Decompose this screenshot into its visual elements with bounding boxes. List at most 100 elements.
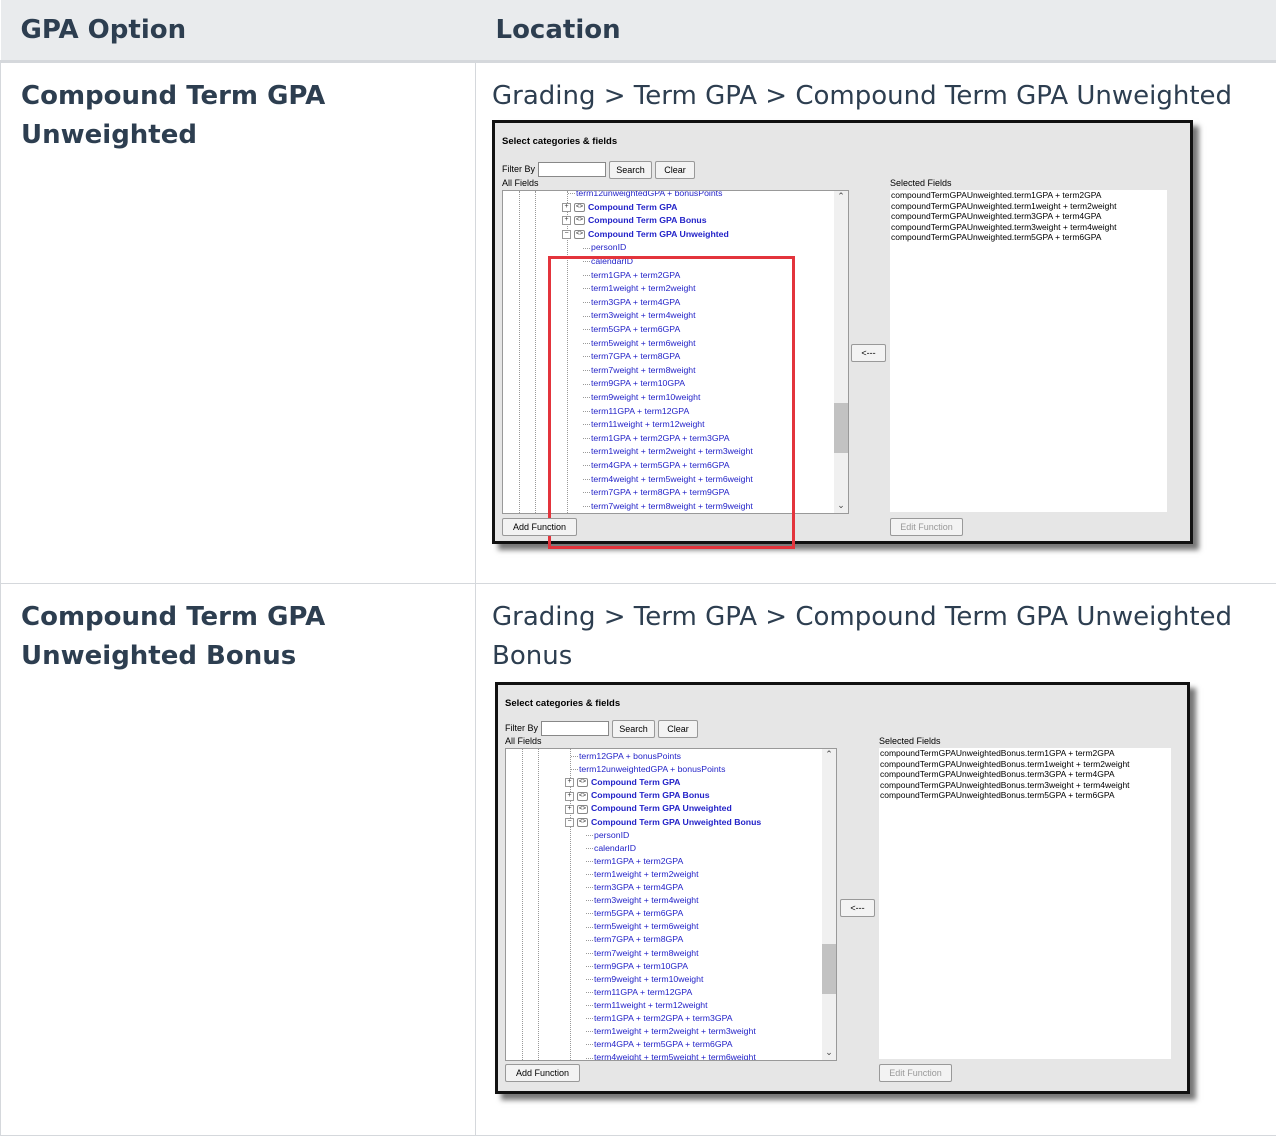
tree-item-label: term1weight + term2weight (594, 869, 699, 879)
collapse-icon[interactable]: − (562, 230, 571, 239)
add-function-button[interactable]: Add Function (505, 1064, 580, 1082)
expand-icon[interactable]: + (565, 792, 574, 801)
tree-scrollbar[interactable]: ⌃⌄ (822, 749, 836, 1060)
selected-field-item[interactable]: compoundTermGPAUnweighted.term3weight + … (890, 222, 1167, 233)
selected-field-item[interactable]: compoundTermGPAUnweighted.term3GPA + ter… (890, 211, 1167, 222)
tree-connector (586, 966, 593, 967)
scroll-down-icon[interactable]: ⌄ (834, 500, 848, 511)
expand-icon[interactable]: + (565, 805, 574, 814)
tree-field[interactable]: term1GPA + term2GPA + term3GPA (586, 1013, 733, 1023)
tree-field[interactable]: term9weight + term10weight (586, 974, 703, 984)
tree-item-label: term11weight + term12weight (594, 1000, 708, 1010)
tree-connector (586, 953, 593, 954)
tree-field[interactable]: term5weight + term6weight (586, 921, 699, 931)
tree-group[interactable]: +<>Compound Term GPA Bonus (565, 790, 710, 800)
tree-field[interactable]: term11GPA + term12GPA (586, 987, 692, 997)
category-icon: <> (577, 778, 588, 787)
tree-guide-line (535, 191, 536, 513)
tree-field[interactable]: term7GPA + term8GPA (586, 934, 683, 944)
tree-field[interactable]: term1weight + term2weight (586, 869, 699, 879)
all-fields-tree[interactable]: term12GPA + bonusPoints term12unweightedG… (505, 748, 837, 1061)
tree-connector (586, 992, 593, 993)
tree-group[interactable]: −<>Compound Term GPA Unweighted (562, 229, 729, 239)
tree-connector (586, 835, 593, 836)
selected-field-item[interactable]: compoundTermGPAUnweightedBonus.term3GPA … (879, 769, 1171, 780)
selected-fields-list[interactable]: compoundTermGPAUnweightedBonus.term1GPA … (879, 748, 1171, 1059)
tree-field[interactable]: calendarID (586, 843, 636, 853)
scroll-thumb[interactable] (822, 944, 836, 994)
search-button[interactable]: Search (609, 161, 652, 179)
selected-fields-list[interactable]: compoundTermGPAUnweighted.term1GPA + ter… (890, 190, 1167, 512)
tree-guide-line (519, 191, 520, 513)
tree-field[interactable]: term12unweightedGPA + bonusPoints (571, 764, 725, 774)
gpa-options-table: GPA Option Location Compound Term GPA Un… (0, 0, 1276, 1136)
tree-item-label: term11GPA + term12GPA (594, 987, 692, 997)
location-path: Grading > Term GPA > Compound Term GPA U… (476, 584, 1276, 676)
tree-connector (586, 861, 593, 862)
tree-item-label: term1GPA + term2GPA + term3GPA (594, 1013, 733, 1023)
scroll-down-icon[interactable]: ⌄ (822, 1047, 836, 1058)
tree-item-label: personID (591, 242, 626, 252)
selected-field-item[interactable]: compoundTermGPAUnweightedBonus.term5GPA … (879, 790, 1171, 801)
filter-input[interactable] (538, 162, 606, 177)
selected-field-item[interactable]: compoundTermGPAUnweighted.term5GPA + ter… (890, 232, 1167, 243)
tree-group[interactable]: +<>Compound Term GPA Unweighted (565, 803, 732, 813)
tree-item-label: term12GPA + bonusPoints (579, 751, 681, 761)
tree-field[interactable]: term4GPA + term5GPA + term6GPA (586, 1039, 733, 1049)
selected-field-item[interactable]: compoundTermGPAUnweightedBonus.term1GPA … (879, 748, 1171, 759)
expand-icon[interactable]: + (562, 203, 571, 212)
collapse-icon[interactable]: − (565, 818, 574, 827)
tree-field[interactable]: term1GPA + term2GPA (586, 856, 683, 866)
selected-field-item[interactable]: compoundTermGPAUnweighted.term1weight + … (890, 201, 1167, 212)
tree-connector (571, 756, 578, 757)
clear-button[interactable]: Clear (658, 720, 698, 738)
search-button[interactable]: Search (612, 720, 655, 738)
tree-item-label: personID (594, 830, 629, 840)
clear-button[interactable]: Clear (655, 161, 695, 179)
tree-item-label: term4GPA + term5GPA + term6GPA (594, 1039, 733, 1049)
add-function-button[interactable]: Add Function (502, 518, 577, 536)
tree-field[interactable]: term4weight + term5weight + term6weight (586, 1052, 756, 1061)
category-icon: <> (577, 805, 588, 814)
tree-group[interactable]: +<>Compound Term GPA Bonus (562, 215, 707, 225)
selected-field-item[interactable]: compoundTermGPAUnweightedBonus.term1weig… (879, 759, 1171, 770)
tree-field[interactable]: term5GPA + term6GPA (586, 908, 683, 918)
tree-item-label: term4weight + term5weight + term6weight (594, 1052, 756, 1061)
expand-icon[interactable]: + (562, 216, 571, 225)
move-left-button[interactable]: <--- (851, 344, 886, 362)
tree-field[interactable]: personID (583, 242, 626, 252)
tree-connector (586, 1018, 593, 1019)
tree-connector (586, 1058, 593, 1059)
tree-item-label: term5GPA + term6GPA (594, 908, 683, 918)
selected-field-item[interactable]: compoundTermGPAUnweighted.term1GPA + ter… (890, 190, 1167, 201)
expand-icon[interactable]: + (565, 778, 574, 787)
move-left-button[interactable]: <--- (840, 899, 875, 917)
tree-scrollbar[interactable]: ⌃⌄ (834, 191, 848, 513)
header-gpa-option: GPA Option (1, 0, 476, 62)
tree-field[interactable]: term3weight + term4weight (586, 895, 699, 905)
tree-field[interactable]: term3GPA + term4GPA (586, 882, 683, 892)
location-cell: Grading > Term GPA > Compound Term GPA U… (476, 62, 1276, 584)
category-icon: <> (577, 792, 588, 801)
tree-group[interactable]: +<>Compound Term GPA (565, 777, 680, 787)
tree-field[interactable]: term11weight + term12weight (586, 1000, 708, 1010)
filter-input[interactable] (541, 721, 609, 736)
tree-field[interactable]: term12unweightedGPA + bonusPoints (568, 190, 722, 198)
gpa-option-name: Compound Term GPA Unweighted Bonus (1, 584, 475, 676)
tree-field[interactable]: term1weight + term2weight + term3weight (586, 1026, 756, 1036)
tree-field[interactable]: personID (586, 830, 629, 840)
tree-group[interactable]: +<>Compound Term GPA (562, 202, 677, 212)
tree-field[interactable]: term9GPA + term10GPA (586, 961, 688, 971)
table-row: Compound Term GPA Unweighted Bonus Gradi… (1, 584, 1276, 1136)
scroll-up-icon[interactable]: ⌃ (822, 749, 836, 760)
scroll-thumb[interactable] (834, 403, 848, 453)
selected-field-item[interactable]: compoundTermGPAUnweightedBonus.term3weig… (879, 780, 1171, 791)
tree-item-label: Compound Term GPA Unweighted (588, 229, 729, 239)
tree-field[interactable]: term12GPA + bonusPoints (571, 751, 681, 761)
tree-connector (586, 1044, 593, 1045)
field-selector-screenshot: Select categories & fieldsFilter BySearc… (492, 120, 1193, 544)
tree-field[interactable]: term7weight + term8weight (586, 948, 699, 958)
tree-group[interactable]: −<>Compound Term GPA Unweighted Bonus (565, 817, 761, 827)
tree-item-label: Compound Term GPA Unweighted Bonus (591, 817, 761, 827)
scroll-up-icon[interactable]: ⌃ (834, 191, 848, 202)
